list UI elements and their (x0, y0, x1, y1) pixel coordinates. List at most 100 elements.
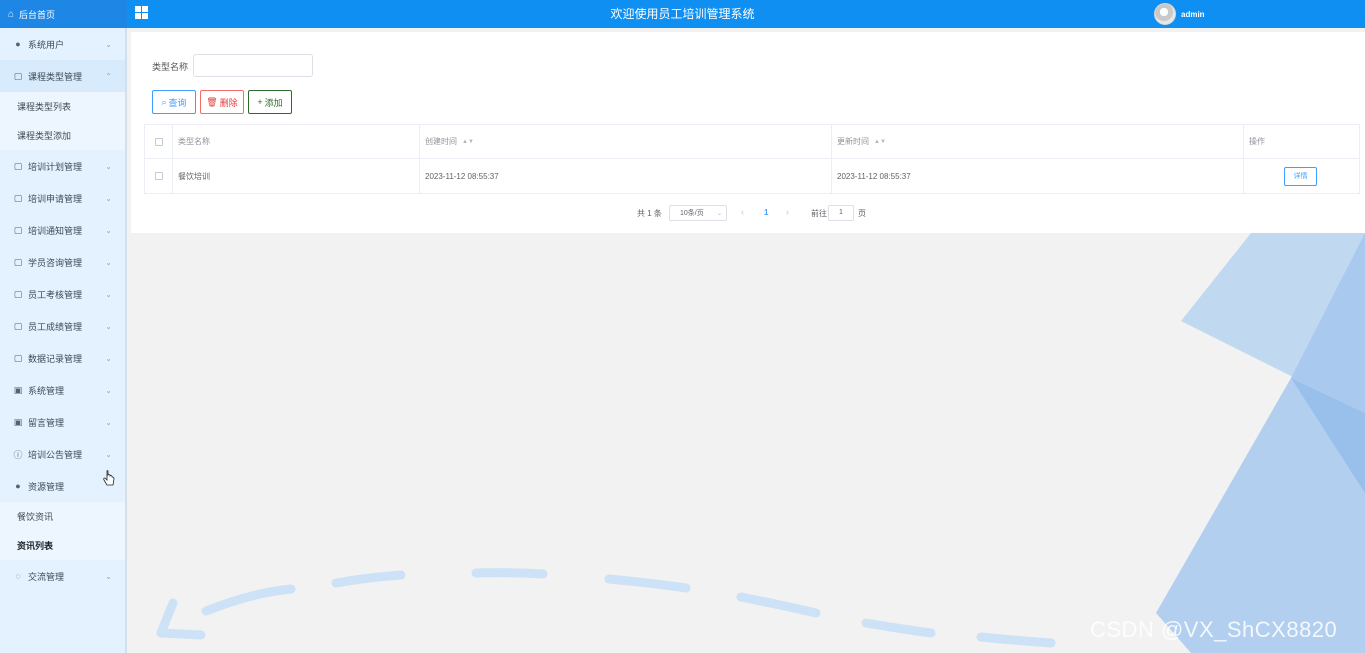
page-suffix: 页 (858, 209, 866, 218)
sidebar-item-message[interactable]: ▣ 留言管理 ⌄ (0, 406, 125, 438)
sidebar-item-label: 培训通知管理 (28, 225, 83, 236)
sidebar-item-label: 培训申请管理 (28, 193, 83, 204)
doc-icon: ▢ (13, 192, 23, 203)
chevron-down-icon: ⌄ (105, 449, 112, 459)
column-header-label: 更新时间 (837, 137, 869, 146)
sidebar-item-label: 系统管理 (28, 385, 65, 396)
delete-button[interactable]: 🗑 删除 (200, 90, 244, 114)
sidebar-item-employee-score[interactable]: ▢ 员工成绩管理 ⌄ (0, 310, 125, 342)
cell-created: 2023-11-12 08:55:37 (420, 159, 832, 193)
select-all-checkbox[interactable] (154, 137, 163, 146)
chevron-down-icon: ⌄ (105, 353, 112, 363)
leaf-icon: ● (15, 481, 21, 491)
column-header-updated[interactable]: 更新时间 ▲▼ (832, 125, 1244, 158)
plus-icon: + (257, 97, 263, 107)
picture-icon: ▣ (13, 416, 23, 427)
sidebar-item-label: 课程类型管理 (28, 71, 83, 82)
background-shapes (156, 233, 1365, 653)
chevron-down-icon: ⌄ (105, 193, 112, 203)
doc-icon: ▢ (13, 352, 23, 363)
query-button-label: 查询 (168, 97, 187, 108)
username: admin (1181, 9, 1205, 19)
chevron-down-icon: ⌄ (105, 417, 112, 427)
chevron-down-icon: ⌄ (105, 39, 112, 49)
sidebar-item-label: 培训公告管理 (28, 449, 83, 460)
prev-page-icon[interactable]: ‹ (741, 207, 744, 217)
sidebar-subitem-food-news[interactable]: 餐饮资讯 (0, 502, 125, 531)
type-name-input[interactable] (193, 54, 313, 77)
sidebar-item-label: 培训计划管理 (28, 161, 83, 172)
sidebar-item-exchange[interactable]: ◌ 交流管理 ⌄ (0, 560, 125, 592)
goto-label: 前往 (811, 209, 827, 218)
hand-cursor-icon (103, 470, 115, 486)
doc-icon: ▢ (13, 288, 23, 299)
menu-toggle-icon[interactable] (135, 6, 148, 19)
row-checkbox[interactable] (154, 172, 163, 180)
table-header-row: 类型名称 创建时间 ▲▼ 更新时间 ▲▼ 操作 (145, 125, 1360, 159)
chevron-up-icon: ⌃ (105, 71, 112, 81)
sidebar-item-training-apply[interactable]: ▢ 培训申请管理 ⌄ (0, 182, 125, 214)
page-number-current[interactable]: 1 (764, 208, 768, 217)
avatar[interactable] (1154, 3, 1176, 25)
doc-icon: ▢ (13, 320, 23, 331)
pagination-total: 共 1 条 (637, 209, 662, 218)
chat-icon: ◌ (15, 571, 21, 581)
sort-icon[interactable]: ▲▼ (462, 139, 474, 145)
sidebar-subitem-news-list[interactable]: 资讯列表 (0, 531, 125, 560)
top-header: ⌂ 后台首页 欢迎使用员工培训管理系统 admin (0, 0, 1365, 28)
sidebar-item-data-record[interactable]: ▢ 数据记录管理 ⌄ (0, 342, 125, 374)
add-button[interactable]: + 添加 (248, 90, 292, 114)
chevron-down-icon: ⌄ (105, 289, 112, 299)
pagination: 共 1 条 10条/页 ⌄ ‹ 1 › 前往 1 页 (131, 204, 1365, 222)
sidebar-item-label: 留言管理 (28, 417, 65, 428)
column-header-name: 类型名称 (173, 125, 420, 158)
delete-button-label: 删除 (219, 97, 238, 108)
search-icon: ⌕ (161, 96, 167, 107)
chevron-down-icon: ⌄ (105, 321, 112, 331)
doc-icon: ▢ (13, 160, 23, 171)
home-icon: ⌂ (8, 8, 15, 20)
chevron-down-icon: ⌄ (105, 571, 112, 581)
sidebar-item-label: 交流管理 (28, 571, 65, 582)
sidebar-item-student-consult[interactable]: ▢ 学员咨询管理 ⌄ (0, 246, 125, 278)
search-label: 类型名称 (152, 62, 189, 72)
sidebar-subitem-course-type-add[interactable]: 课程类型添加 (0, 121, 125, 150)
cell-updated: 2023-11-12 08:55:37 (832, 159, 1244, 193)
doc-icon: ▢ (13, 70, 23, 81)
sidebar-item-system-manage[interactable]: ▣ 系统管理 ⌄ (0, 374, 125, 406)
sidebar-subitem-course-type-list[interactable]: 课程类型列表 (0, 92, 125, 121)
sidebar-item-training-notice[interactable]: ▢ 培训通知管理 ⌄ (0, 214, 125, 246)
query-button[interactable]: ⌕ 查询 (152, 90, 196, 114)
sidebar-item-label: 员工成绩管理 (28, 321, 83, 332)
column-header-created[interactable]: 创建时间 ▲▼ (420, 125, 832, 158)
chevron-down-icon: ⌄ (105, 225, 112, 235)
sidebar-item-label: 系统用户 (28, 39, 65, 50)
data-table: 类型名称 创建时间 ▲▼ 更新时间 ▲▼ 操作 餐饮培训 2023-11-12 … (144, 124, 1360, 194)
home-link[interactable]: ⌂ 后台首页 (0, 0, 127, 28)
sidebar-item-label: 员工考核管理 (28, 289, 83, 300)
doc-icon: ▢ (13, 224, 23, 235)
sidebar-item-course-type[interactable]: ▢ 课程类型管理 ⌃ (0, 60, 125, 92)
sort-icon[interactable]: ▲▼ (874, 139, 886, 145)
next-page-icon[interactable]: › (786, 207, 789, 217)
row-checkbox-cell (145, 159, 173, 193)
page-size-select[interactable]: 10条/页 ⌄ (669, 205, 727, 221)
chevron-down-icon: ⌄ (105, 257, 112, 267)
sidebar-item-system-users[interactable]: ● 系统用户 ⌄ (0, 28, 125, 60)
trash-icon: 🗑 (206, 96, 218, 107)
page-size-value: 10条/页 (680, 210, 704, 217)
detail-button[interactable]: 详情 (1284, 166, 1317, 186)
background-decoration (131, 233, 1365, 653)
main-panel: 类型名称 ⌕ 查询 🗑 删除 + 添加 类型名称 创建时间 ▲▼ 更新时间 ▲▼… (131, 32, 1365, 233)
sidebar-item-employee-assess[interactable]: ▢ 员工考核管理 ⌄ (0, 278, 125, 310)
user-menu[interactable]: admin (1154, 3, 1205, 25)
goto-page-input[interactable]: 1 (828, 205, 854, 221)
cell-actions: 详情 (1244, 159, 1360, 193)
sidebar-item-label: 数据记录管理 (28, 353, 83, 364)
watermark: CSDN @VX_ShCX8820 (1090, 617, 1338, 642)
sidebar-item-training-announce[interactable]: ⓘ 培训公告管理 ⌄ (0, 438, 125, 470)
sidebar-item-training-plan[interactable]: ▢ 培训计划管理 ⌄ (0, 150, 125, 182)
sidebar-item-label: 资源管理 (28, 481, 65, 492)
cell-name: 餐饮培训 (173, 159, 420, 193)
table-row: 餐饮培训 2023-11-12 08:55:37 2023-11-12 08:5… (145, 159, 1360, 194)
